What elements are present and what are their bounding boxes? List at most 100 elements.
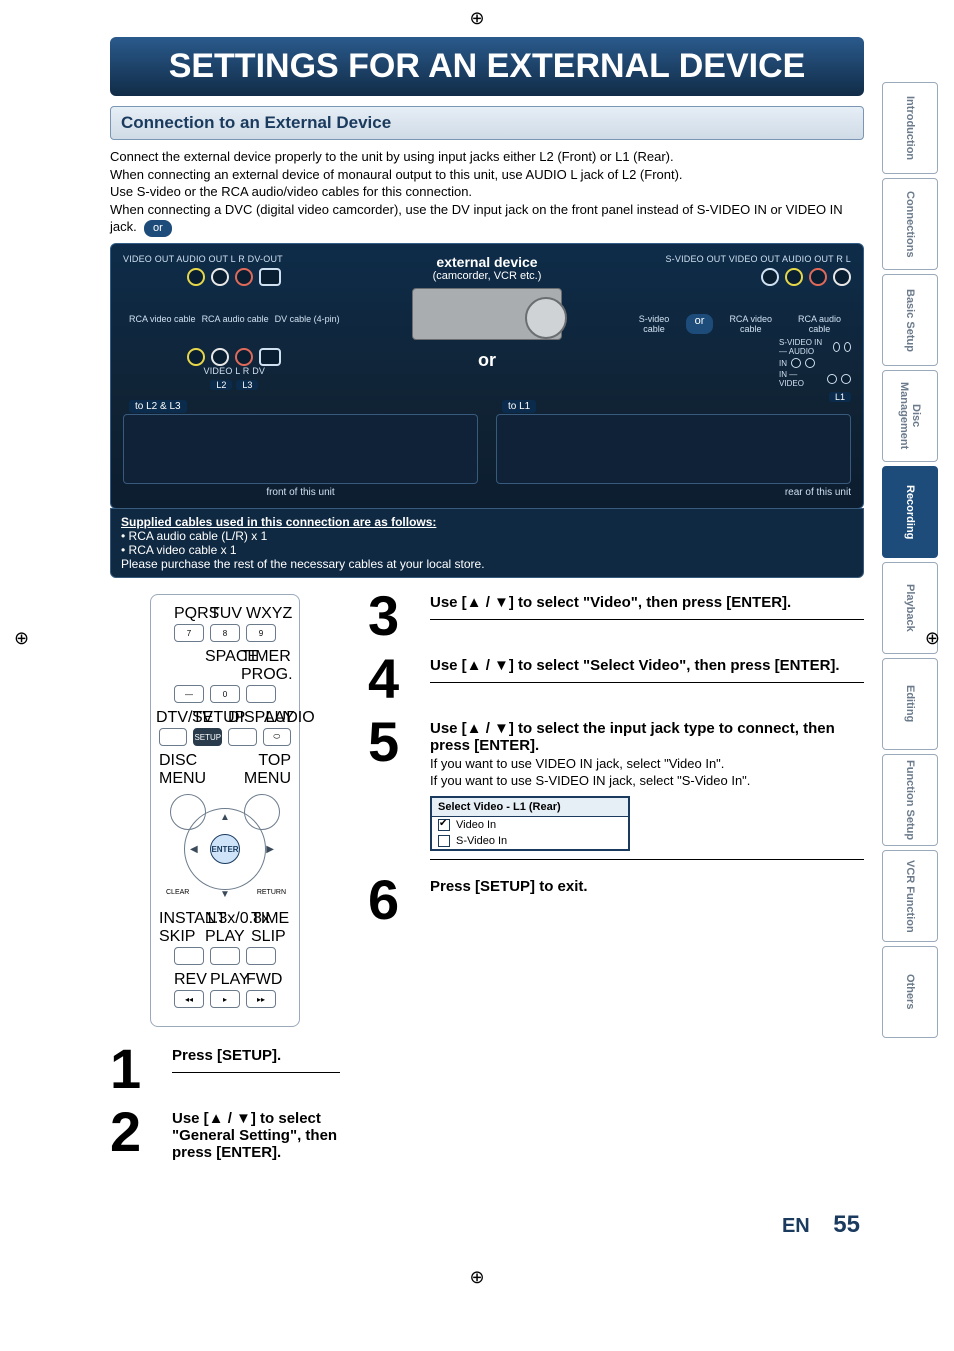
jack-audio-r-in	[235, 348, 253, 366]
arrow-up-icon: ▲	[220, 812, 230, 823]
jack-audio-r	[235, 268, 253, 286]
jack-labels-top-right: S-VIDEO OUT VIDEO OUT AUDIO OUT R L	[628, 254, 851, 264]
key-setup: SETUP	[193, 728, 222, 746]
registration-mark-bottom: ⊕	[0, 1259, 954, 1296]
nav-pad: ENTER ▲ ▼ ◀ ▶ CLEAR RETURN	[170, 794, 280, 904]
key-label: 1.3x/0.8x PLAY	[205, 910, 245, 946]
supplied-line: Please purchase the rest of the necessar…	[121, 557, 853, 571]
key-label: REV	[174, 971, 204, 989]
intro-line: Use S-video or the RCA audio/video cable…	[110, 183, 864, 201]
supplied-line: • RCA video cable x 1	[121, 543, 853, 557]
key-label: AUDIO	[264, 709, 294, 727]
key-timer	[246, 685, 276, 703]
step-number: 3	[368, 594, 420, 639]
unit-front-panel	[123, 414, 478, 484]
intro-line: When connecting an external device of mo…	[110, 166, 864, 184]
osd-select-video: Select Video - L1 (Rear) Video In S-Vide…	[430, 796, 630, 851]
diagram-right: S-VIDEO OUT VIDEO OUT AUDIO OUT R L S-vi…	[628, 254, 851, 406]
step-title: Use [▲ / ▼] to select "Video", then pres…	[430, 594, 864, 611]
key-audio: ⬭	[263, 728, 291, 746]
cable-label: RCA audio cable	[202, 314, 269, 324]
step-number: 1	[110, 1047, 162, 1092]
panel-caption-front: front of this unit	[123, 487, 478, 498]
step-number: 2	[110, 1110, 162, 1155]
unit-rear-panel	[496, 414, 851, 484]
key-rev: ◂◂	[174, 990, 204, 1008]
arrow-left-icon: ◀	[190, 844, 198, 855]
diagram-center: external device (camcorder, VCR etc.) or	[376, 254, 599, 375]
key-label: TIME SLIP	[251, 910, 291, 946]
external-device-title: external device	[376, 254, 599, 270]
cable-label: S-video cable	[628, 314, 679, 334]
jack-line-label: S-VIDEO IN — AUDIO	[779, 338, 829, 356]
conn-tag-left: to L2 & L3	[129, 400, 187, 413]
key-9: 9	[246, 624, 276, 642]
supplied-cables-box: Supplied cables used in this connection …	[110, 508, 864, 578]
step-number: 4	[368, 657, 420, 702]
key-0: 0	[210, 685, 240, 703]
jack-audio-l	[211, 268, 229, 286]
key-instant-skip	[174, 947, 204, 965]
step-body: If you want to use VIDEO IN jack, select…	[430, 756, 864, 771]
connection-diagram: VIDEO OUT AUDIO OUT L R DV-OUT RCA video…	[110, 243, 864, 509]
vcr-icon	[412, 288, 562, 340]
enter-button: ENTER	[210, 834, 240, 864]
checkbox-empty-icon	[438, 835, 450, 847]
lane-l3: L3	[236, 380, 258, 390]
jack-audio-r-out	[809, 268, 827, 286]
or-badge-inline: or	[686, 314, 714, 334]
key-label: SETUP	[192, 709, 222, 727]
key-label: INSTANT SKIP	[159, 910, 199, 946]
step-title: Use [▲ / ▼] to select "General Setting",…	[172, 1110, 340, 1161]
jack-audio-l-in	[211, 348, 229, 366]
jack-labels-top-left: VIDEO OUT AUDIO OUT L R DV-OUT	[123, 254, 346, 264]
key-label: FWD	[246, 971, 276, 989]
key-label: TUV	[210, 605, 240, 623]
jack-audio-l-out	[833, 268, 851, 286]
osd-option-label: Video In	[456, 819, 496, 831]
registration-mark-top: ⊕	[0, 0, 954, 37]
step-title: Press [SETUP].	[172, 1047, 340, 1064]
arrow-right-icon: ▶	[266, 844, 274, 855]
big-or: or	[376, 350, 599, 371]
key-play: ▸	[210, 990, 240, 1008]
cable-label: RCA audio cable	[788, 314, 851, 334]
step-title: Use [▲ / ▼] to select the input jack typ…	[430, 720, 864, 754]
page-number: 55	[833, 1211, 860, 1238]
key-dtvtv	[159, 728, 187, 746]
jack-line-label: IN	[779, 359, 787, 368]
conn-tag-right: to L1	[502, 400, 536, 413]
jack-video-in	[187, 348, 205, 366]
key-time-slip	[246, 947, 276, 965]
supplied-line: • RCA audio cable (L/R) x 1	[121, 529, 853, 543]
cable-label: RCA video cable	[719, 314, 782, 334]
clear-label: CLEAR	[166, 889, 189, 896]
key-speed-play	[210, 947, 240, 965]
diagram-left: VIDEO OUT AUDIO OUT L R DV-OUT RCA video…	[123, 254, 346, 394]
step-title: Press [SETUP] to exit.	[430, 878, 864, 895]
supplied-header: Supplied cables used in this connection …	[121, 515, 853, 529]
jack-svideo-out	[761, 268, 779, 286]
checkbox-checked-icon	[438, 819, 450, 831]
osd-option: S-Video In	[432, 833, 628, 849]
osd-option-label: S-Video In	[456, 835, 507, 847]
row-labels: VIDEO L R DV	[123, 366, 346, 376]
arrow-down-icon: ▼	[220, 889, 230, 900]
lane-l2: L2	[210, 380, 232, 390]
cable-label: RCA video cable	[129, 314, 196, 324]
panel-caption-rear: rear of this unit	[496, 487, 851, 498]
step-title: Use [▲ / ▼] to select "Select Video", th…	[430, 657, 864, 674]
step-number: 6	[368, 878, 420, 923]
key-8: 8	[210, 624, 240, 642]
remote-control-diagram: PQRSTUVWXYZ 7 8 9 SPACETIMER PROG. — 0 D…	[150, 594, 300, 1027]
page-title: SETTINGS FOR AN EXTERNAL DEVICE	[110, 37, 864, 96]
key-label: DISC MENU	[159, 752, 219, 788]
or-badge: or	[144, 220, 172, 237]
osd-option: Video In	[432, 817, 628, 833]
intro-line: When connecting a DVC (digital video cam…	[110, 201, 864, 237]
jack-video-out-r	[785, 268, 803, 286]
intro-line: Connect the external device properly to …	[110, 148, 864, 166]
key-label: TOP MENU	[231, 752, 291, 788]
jack-video-out	[187, 268, 205, 286]
lane-l1: L1	[829, 392, 851, 402]
